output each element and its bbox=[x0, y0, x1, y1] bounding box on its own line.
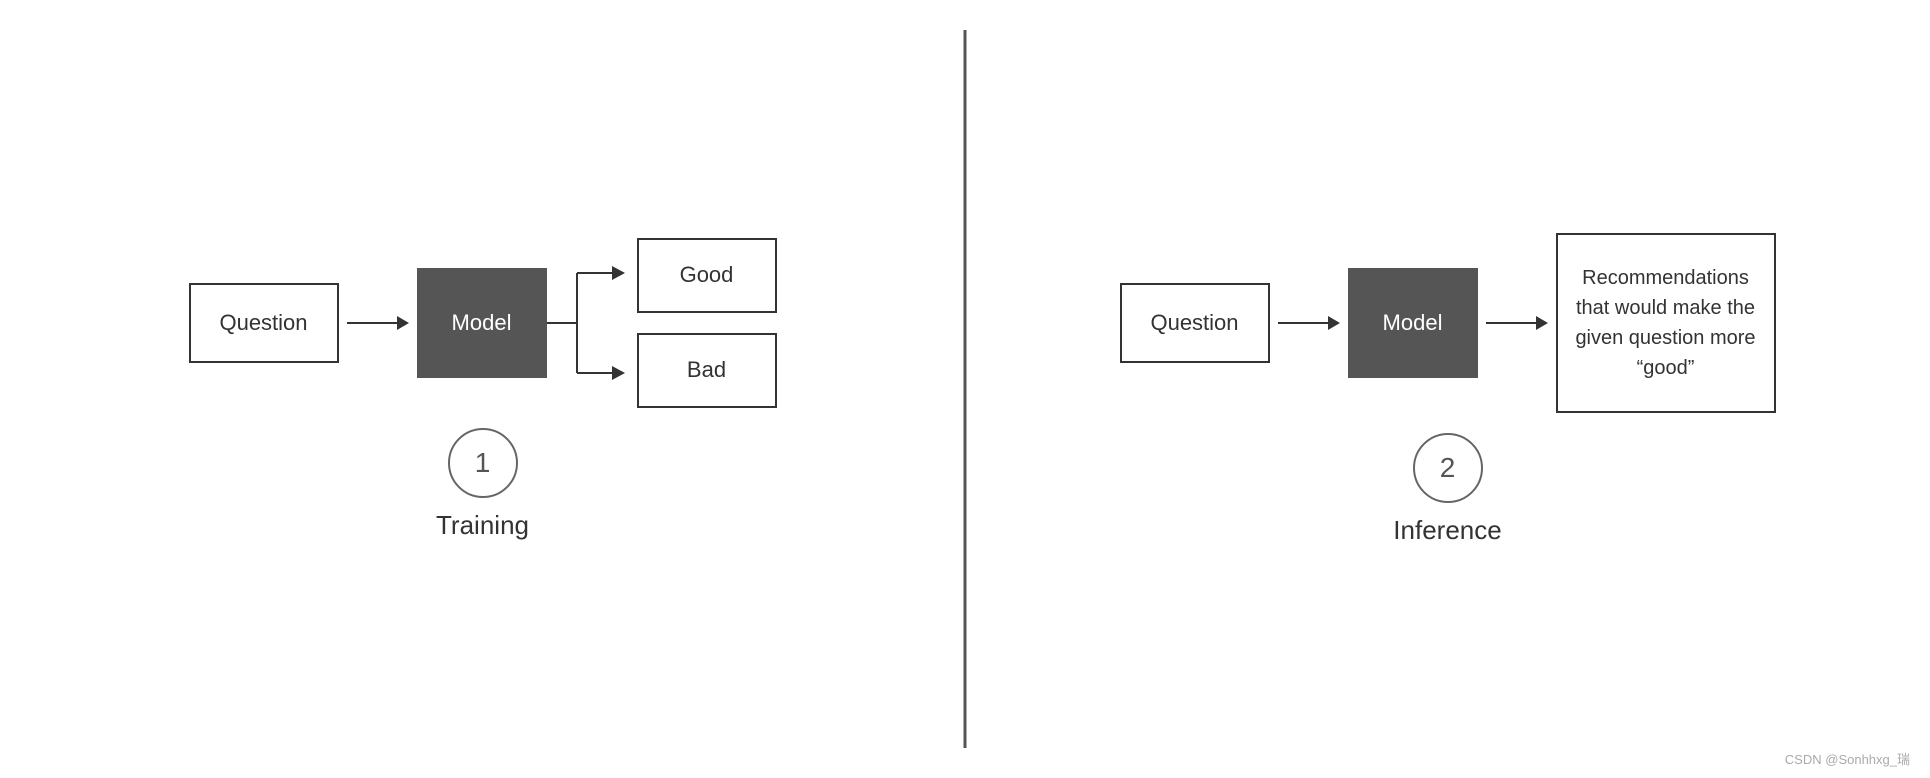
training-arrow-1 bbox=[347, 316, 409, 330]
inference-bottom: 2 Inference bbox=[1393, 433, 1501, 546]
arrow-line-1 bbox=[347, 322, 397, 324]
training-bad-box: Bad bbox=[637, 333, 777, 408]
training-number-circle: 1 bbox=[448, 428, 518, 498]
inference-number-circle: 2 bbox=[1413, 433, 1483, 503]
main-container: Question Model bbox=[0, 0, 1930, 778]
training-panel: Question Model bbox=[0, 0, 965, 778]
arrow-line-3 bbox=[1486, 322, 1536, 324]
inference-arrow-1 bbox=[1278, 316, 1340, 330]
arrow-head-1 bbox=[397, 316, 409, 330]
inference-arrow-2 bbox=[1486, 316, 1548, 330]
inference-question-box: Question bbox=[1120, 283, 1270, 363]
watermark: CSDN @Sonhhxg_瑞 bbox=[1785, 749, 1910, 768]
training-bottom: 1 Training bbox=[436, 428, 529, 541]
inference-label: Inference bbox=[1393, 515, 1501, 546]
inference-model-box: Model bbox=[1348, 268, 1478, 378]
training-model-box: Model bbox=[417, 268, 547, 378]
inference-panel: Question Model Recommendations that woul… bbox=[965, 0, 1930, 778]
arrow-head-2 bbox=[1328, 316, 1340, 330]
training-question-box: Question bbox=[189, 283, 339, 363]
arrow-head-3 bbox=[1536, 316, 1548, 330]
training-diagram: Question Model bbox=[189, 238, 777, 408]
training-outputs: Good Bad bbox=[637, 238, 777, 408]
inference-diagram: Question Model Recommendations that woul… bbox=[1120, 233, 1776, 413]
training-fork-arrows bbox=[547, 238, 627, 408]
arrow-line-2 bbox=[1278, 322, 1328, 324]
training-good-box: Good bbox=[637, 238, 777, 313]
inference-recommendation-box: Recommendations that would make the give… bbox=[1556, 233, 1776, 413]
training-label: Training bbox=[436, 510, 529, 541]
